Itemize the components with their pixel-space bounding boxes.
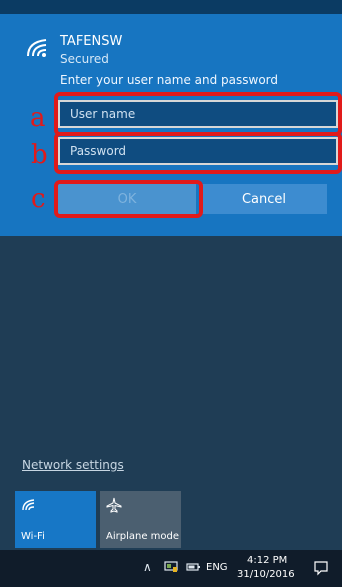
annotation-label-a: a bbox=[30, 103, 46, 133]
clock-date[interactable]: 31/10/2016 bbox=[237, 569, 295, 580]
top-strip bbox=[0, 0, 342, 14]
network-settings-link[interactable]: Network settings bbox=[22, 458, 124, 472]
chevron-up-icon[interactable]: ∧ bbox=[143, 560, 152, 574]
clock-time[interactable]: 4:12 PM bbox=[247, 555, 287, 566]
airplane-mode-quick-action[interactable]: Airplane mode bbox=[100, 491, 181, 548]
credentials-prompt: Enter your user name and password bbox=[60, 73, 279, 87]
airplane-icon bbox=[106, 497, 122, 513]
ok-button[interactable]: OK bbox=[58, 184, 196, 214]
wifi-icon bbox=[27, 39, 47, 57]
airplane-tile-label: Airplane mode bbox=[106, 531, 180, 542]
network-status: Secured bbox=[60, 52, 109, 66]
wifi-tile-label: Wi-Fi bbox=[21, 531, 45, 542]
network-name: TAFENSW bbox=[60, 34, 123, 49]
language-indicator[interactable]: ENG bbox=[206, 562, 228, 573]
password-input[interactable] bbox=[58, 137, 338, 165]
battery-icon[interactable] bbox=[186, 561, 200, 573]
username-input[interactable] bbox=[58, 100, 338, 128]
cancel-button[interactable]: Cancel bbox=[201, 184, 327, 214]
wifi-icon bbox=[22, 499, 35, 511]
notification-icon[interactable] bbox=[313, 560, 329, 576]
annotation-label-c: c bbox=[31, 184, 46, 214]
taskbar: ∧ ENG 4:12 PM 31/10/2016 bbox=[0, 550, 342, 587]
wifi-login-panel: TAFENSW Secured Enter your user name and… bbox=[0, 14, 342, 236]
wifi-quick-action[interactable]: Wi-Fi bbox=[15, 491, 96, 548]
annotation-label-b: b bbox=[31, 140, 48, 170]
network-tray-icon[interactable] bbox=[164, 561, 178, 573]
